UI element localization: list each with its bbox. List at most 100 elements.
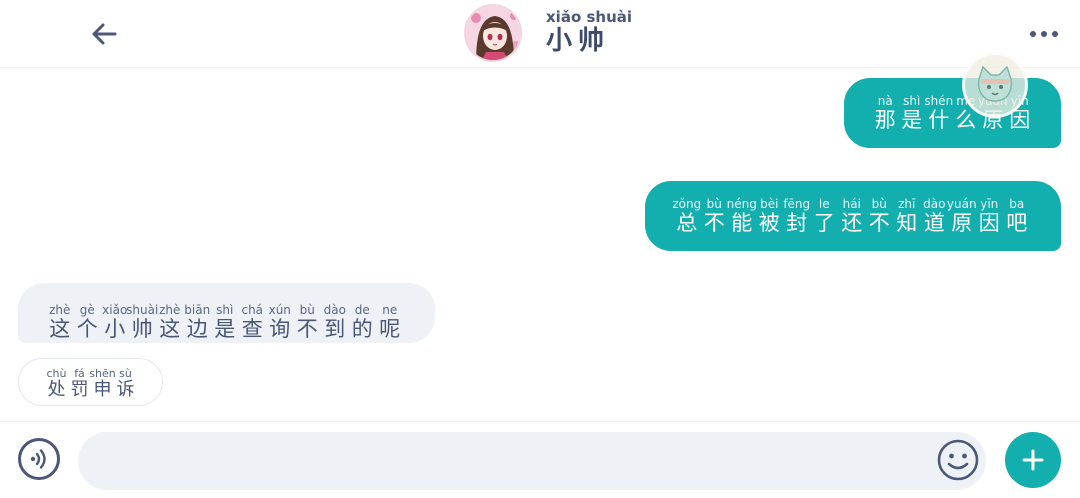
pinyin-text: gè: [79, 303, 95, 317]
hanzi-text: 这: [49, 317, 71, 341]
avatar[interactable]: [464, 4, 522, 62]
hanzi-text: 这: [159, 317, 181, 341]
char-column: le 了: [811, 197, 839, 235]
pinyin-text: bèi: [760, 197, 779, 211]
add-button[interactable]: [1005, 432, 1061, 488]
pinyin-text: xún: [268, 303, 291, 317]
pinyin-text: dào: [323, 303, 346, 317]
pinyin-text: zhè: [159, 303, 181, 317]
hanzi-text: 原: [951, 211, 973, 235]
sticker-cat-icon[interactable]: [962, 52, 1028, 118]
char-column: shēn 申: [89, 367, 115, 405]
char-column: dào 到: [321, 303, 349, 341]
pinyin-text: zhī: [898, 197, 916, 211]
hanzi-text: 是: [901, 108, 923, 132]
char-column: ba 吧: [1003, 197, 1031, 235]
hanzi-text: 了: [813, 211, 835, 235]
pinyin-text: shì: [216, 303, 234, 317]
avatar-image: [466, 6, 520, 60]
char-column: shì 是: [899, 94, 926, 132]
hanzi-text: 被: [758, 211, 780, 235]
hanzi-text: 能: [731, 211, 753, 235]
hanzi-text: 个: [76, 317, 98, 341]
char-column: hái 还: [838, 197, 866, 235]
hanzi-text: 么: [955, 108, 977, 132]
hanzi-text: 询: [269, 317, 291, 341]
composer-bar: [0, 421, 1080, 498]
emoji-icon: [937, 439, 979, 481]
hanzi-text: 查: [241, 317, 263, 341]
char-column: nà 那: [872, 94, 899, 132]
char-column: sù 诉: [114, 367, 137, 405]
pinyin-text: shuài: [126, 303, 159, 317]
char-column: yīn因: [976, 197, 1004, 235]
char-column: gè 个: [74, 303, 102, 341]
pinyin-text: le: [818, 197, 830, 211]
hanzi-text: 不: [703, 211, 725, 235]
pinyin-text: shì: [903, 94, 921, 108]
chat-title-pinyin: xiǎo shuài: [546, 8, 633, 26]
hanzi-text: 呢: [379, 317, 401, 341]
char-column: xún 询: [266, 303, 294, 341]
quick-reply-appeal[interactable]: chù 处 fá 罚 shēn 申 sù 诉: [18, 358, 163, 406]
hanzi-text: 申: [93, 379, 112, 400]
hanzi-text: 帅: [131, 317, 153, 341]
char-column: chù 处: [45, 367, 68, 405]
chat-screen: xiǎo shuài 小帅 nà那shì是shén什me么yuán原yīn因 z…: [0, 0, 1080, 498]
hanzi-text: 知: [896, 211, 918, 235]
hanzi-text: 封: [786, 211, 808, 235]
cat-icon: [977, 65, 1013, 102]
hanzi-text: 不: [296, 317, 318, 341]
more-dots-icon: [1052, 31, 1058, 37]
pinyin-text: biān: [184, 303, 211, 317]
char-column: bèi 被: [756, 197, 784, 235]
hanzi-text: 边: [186, 317, 208, 341]
hanzi-text: 不: [868, 211, 890, 235]
char-column: biān 边: [184, 303, 212, 341]
char-column: shén 什: [924, 94, 954, 132]
pinyin-text: bù: [871, 197, 887, 211]
pinyin-text: bù: [299, 303, 315, 317]
char-column: néng 能: [726, 197, 757, 235]
emoji-button[interactable]: [936, 438, 980, 482]
chat-title: xiǎo shuài 小帅: [546, 8, 632, 56]
hanzi-text: 到: [324, 317, 346, 341]
char-column: bù 不: [701, 197, 729, 235]
chat-title-name: 小帅: [546, 26, 611, 56]
char-column: shì 是: [211, 303, 239, 341]
char-column: zǒng 总: [672, 197, 701, 235]
pinyin-text: hái: [842, 197, 861, 211]
message-bubble-outgoing[interactable]: zǒng 总 bù 不 néng 能 bèi 被 fēng 封 le 了 hái 还 bù 不 zhī 知 dào 道…: [645, 181, 1061, 251]
pinyin-text: yuán: [946, 197, 977, 211]
char-column: xiǎo 小: [101, 303, 129, 341]
more-button[interactable]: [1030, 26, 1070, 42]
char-column: zhè 这: [46, 303, 74, 341]
message-bubble-incoming[interactable]: zhè 这 gè 个 xiǎo 小 shuài 帅 zhè 这 biān 边 shì 是 chá 查 xún 询 b…: [18, 283, 435, 343]
pinyin-text: zhè: [49, 303, 71, 317]
char-column: bù 不: [866, 197, 894, 235]
message-input[interactable]: [78, 432, 986, 490]
voice-button[interactable]: [18, 438, 60, 480]
hanzi-text: 因: [978, 211, 1000, 235]
back-button[interactable]: [86, 16, 122, 52]
char-column: shuài 帅: [126, 303, 159, 341]
pinyin-text: de: [354, 303, 370, 317]
pinyin-text: shén: [924, 94, 954, 108]
plus-icon: [1022, 449, 1044, 471]
hanzi-text: 道: [923, 211, 945, 235]
char-column: bù 不: [294, 303, 322, 341]
voice-icon: [30, 449, 46, 469]
char-column: zhè 这: [156, 303, 184, 341]
pinyin-text: xiǎo: [102, 303, 128, 317]
hanzi-text: 什: [928, 108, 950, 132]
hanzi-text: 吧: [1006, 211, 1028, 235]
more-dots-icon: [1030, 31, 1036, 37]
pinyin-text: nà: [877, 94, 893, 108]
hanzi-text: 诉: [116, 379, 135, 400]
pinyin-text: ne: [382, 303, 398, 317]
pinyin-text: bù: [706, 197, 722, 211]
pinyin-text: néng: [726, 197, 757, 211]
char-column: de 的: [349, 303, 377, 341]
pinyin-text: chá: [241, 303, 264, 317]
message-bubble-outgoing[interactable]: nà那shì是shén什me么yuán原yīn因: [844, 78, 1061, 148]
